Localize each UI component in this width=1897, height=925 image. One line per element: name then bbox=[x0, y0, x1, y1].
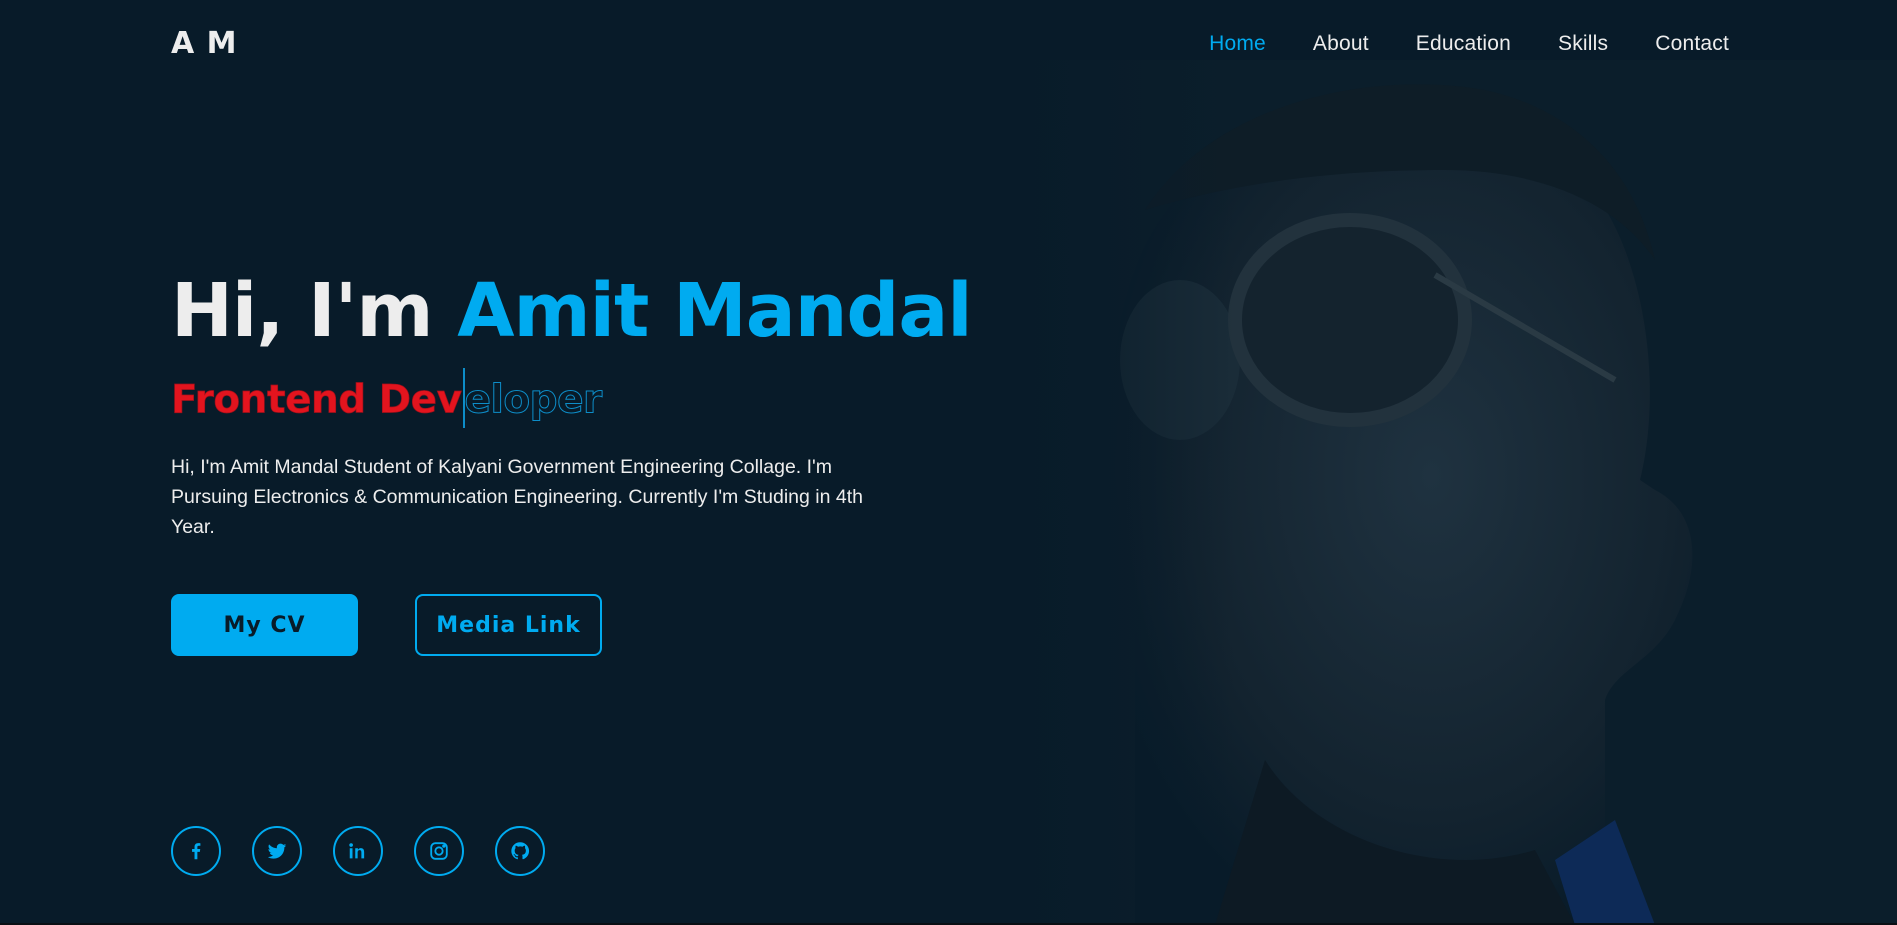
instagram-icon bbox=[430, 842, 448, 860]
my-cv-button[interactable]: My CV bbox=[171, 594, 358, 656]
nav-contact[interactable]: Contact bbox=[1655, 32, 1729, 56]
social-links bbox=[171, 826, 545, 876]
media-link-button[interactable]: Media Link bbox=[415, 594, 602, 656]
instagram-link[interactable] bbox=[414, 826, 464, 876]
nav-home[interactable]: Home bbox=[1209, 32, 1266, 56]
main-nav: Home About Education Skills Contact bbox=[1209, 32, 1729, 56]
site-header: A M Home About Education Skills Contact bbox=[0, 0, 1897, 92]
typing-caret bbox=[462, 368, 465, 428]
hero-description: Hi, I'm Amit Mandal Student of Kalyani G… bbox=[171, 456, 863, 538]
hero-greeting: Hi, I'm bbox=[171, 268, 433, 354]
nav-education[interactable]: Education bbox=[1416, 32, 1511, 56]
hero-role: Frontend Developer bbox=[171, 368, 931, 428]
linkedin-icon bbox=[349, 843, 365, 859]
facebook-link[interactable] bbox=[171, 826, 221, 876]
nav-about[interactable]: About bbox=[1313, 32, 1369, 56]
role-typed-text: Frontend Dev bbox=[171, 377, 463, 423]
hero-section: Hi, I'm Amit Mandal Frontend Developer H… bbox=[171, 274, 973, 656]
twitter-link[interactable] bbox=[252, 826, 302, 876]
site-logo[interactable]: A M bbox=[171, 26, 238, 61]
github-link[interactable] bbox=[495, 826, 545, 876]
role-remaining-text: eloper bbox=[464, 377, 603, 423]
hero-portrait bbox=[1015, 60, 1897, 925]
facebook-icon bbox=[192, 843, 201, 860]
hero-title: Hi, I'm Amit Mandal bbox=[171, 274, 973, 348]
hero-buttons: My CV Media Link bbox=[171, 594, 931, 656]
nav-skills[interactable]: Skills bbox=[1558, 32, 1608, 56]
hero-name: Amit Mandal bbox=[457, 268, 972, 354]
github-icon bbox=[511, 842, 530, 860]
twitter-icon bbox=[267, 843, 287, 859]
linkedin-link[interactable] bbox=[333, 826, 383, 876]
